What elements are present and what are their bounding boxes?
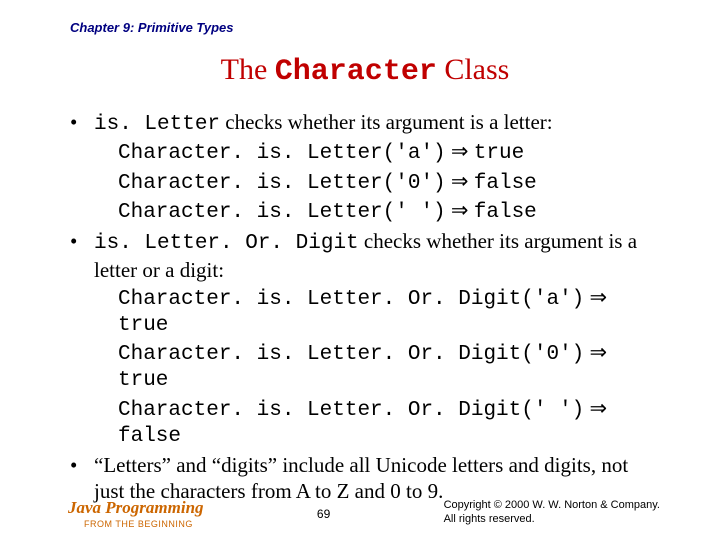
footer: Java Programming FROM THE BEGINNING 69 C… [68,498,660,530]
footer-copyright: Copyright © 2000 W. W. Norton & Company.… [444,498,660,527]
arrow-icon: ⇒ [446,198,474,222]
ex1b-result: false [474,172,537,195]
ex2c-call: Character. is. Letter. Or. Digit(' ') [118,399,584,422]
ex2a-call: Character. is. Letter. Or. Digit('a') [118,288,584,311]
footer-left: Java Programming FROM THE BEGINNING [68,498,204,530]
title-pre: The [221,53,275,86]
example-2c: Character. is. Letter. Or. Digit(' ') ⇒ … [94,395,660,451]
footer-subtitle: FROM THE BEGINNING [84,519,193,529]
page-number: 69 [317,507,330,521]
b2-code: is. Letter. Or. Digit [94,232,359,255]
slide-title: The Character Class [70,53,660,89]
arrow-icon: ⇒ [446,139,474,163]
arrow-icon: ⇒ [446,169,474,193]
copyright-line-2: All rights reserved. [444,512,660,526]
ex1a-call: Character. is. Letter('a') [118,142,446,165]
footer-title: Java Programming [68,498,204,518]
arrow-icon: ⇒ [584,340,607,364]
arrow-icon: ⇒ [584,285,607,309]
ex1a-result: true [474,142,524,165]
title-post: Class [437,53,510,86]
b1-text: checks whether its argument is a letter: [220,110,553,134]
example-2b: Character. is. Letter. Or. Digit('0') ⇒ … [94,339,660,395]
bullet-3: “Letters” and “digits” include all Unico… [70,452,660,505]
slide: Chapter 9: Primitive Types The Character… [0,0,720,540]
bullet-1: is. Letter checks whether its argument i… [70,109,660,226]
example-1c: Character. is. Letter(' ') ⇒ false [94,197,660,226]
ex2a-result: true [118,314,168,337]
ex2b-result: true [118,369,168,392]
arrow-icon: ⇒ [584,396,607,420]
b1-code: is. Letter [94,113,220,136]
copyright-line-1: Copyright © 2000 W. W. Norton & Company. [444,498,660,512]
ex2c-result: false [118,425,181,448]
example-1b: Character. is. Letter('0') ⇒ false [94,168,660,197]
bullet-list: is. Letter checks whether its argument i… [70,109,660,505]
ex1c-call: Character. is. Letter(' ') [118,201,446,224]
ex1b-call: Character. is. Letter('0') [118,172,446,195]
chapter-label: Chapter 9: Primitive Types [70,20,660,35]
title-code: Character [275,55,437,89]
example-1a: Character. is. Letter('a') ⇒ true [94,138,660,167]
ex1c-result: false [474,201,537,224]
example-2a: Character. is. Letter. Or. Digit('a') ⇒ … [94,284,660,340]
ex2b-call: Character. is. Letter. Or. Digit('0') [118,343,584,366]
b3-text: “Letters” and “digits” include all Unico… [94,453,628,503]
bullet-2: is. Letter. Or. Digit checks whether its… [70,228,660,450]
